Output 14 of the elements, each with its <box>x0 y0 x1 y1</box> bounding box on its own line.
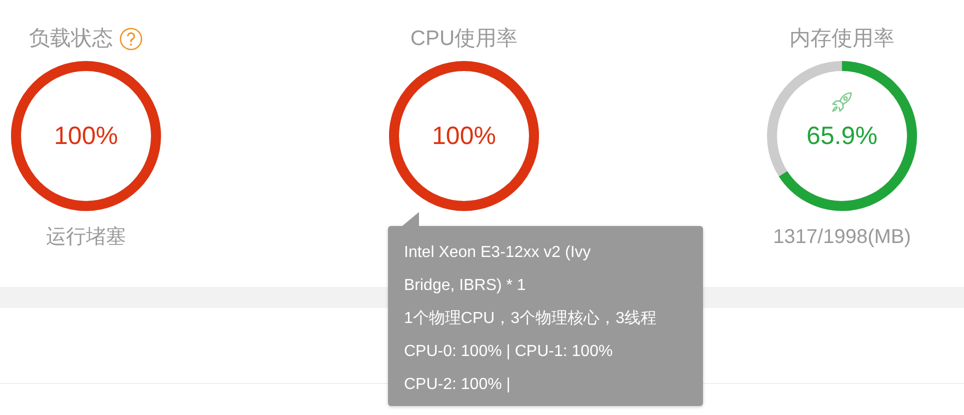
tooltip-text: CPU-0: 100% | CPU-1: 100% <box>404 342 614 362</box>
gauge-caption: 运行堵塞 <box>46 225 126 250</box>
tooltip-text: CPU-2: 100% | <box>404 375 512 395</box>
gauge-title: 负载状态 <box>29 26 113 52</box>
gauge-caption: 1317/1998(MB) <box>773 225 911 250</box>
tooltip-text: Intel Xeon E3-12xx v2 (Ivy Bridge, IBRS) * 1 <box>404 243 592 296</box>
gauge-title: 内存使用率 <box>790 26 894 52</box>
gauge-value: 65.9% <box>806 121 878 152</box>
help-icon[interactable] <box>119 27 143 51</box>
gauge-value: 100% <box>431 121 497 152</box>
gauge-value: 100% <box>53 121 119 152</box>
tooltip-pointer <box>401 212 419 227</box>
gauge-title: CPU使用率 <box>410 26 518 52</box>
tooltip-text: 1个物理CPU，3个物理核心，3线程 <box>404 308 658 329</box>
